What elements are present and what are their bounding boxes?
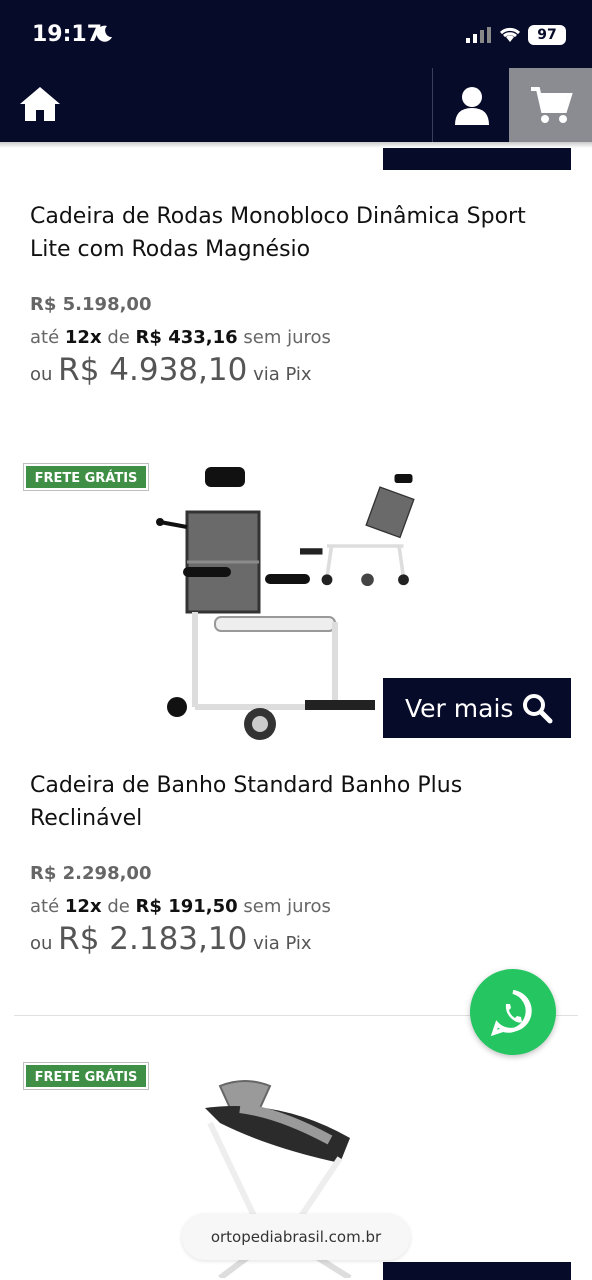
- search-icon: [523, 694, 553, 724]
- user-icon: [455, 87, 489, 125]
- wifi-icon: [499, 27, 521, 42]
- installment-text: até 12x de R$ 433,16 sem juros: [30, 327, 331, 348]
- browser-url-bar[interactable]: ortopediabrasil.com.br: [182, 1214, 410, 1260]
- home-icon: [20, 87, 60, 121]
- ver-mais-button[interactable]: Ver mais: [383, 678, 571, 738]
- pix-price: ou R$ 2.183,10 via Pix: [30, 921, 312, 957]
- signal-icon: [466, 27, 491, 43]
- old-price: R$ 5.198,00: [30, 294, 152, 315]
- battery-indicator: 97: [528, 25, 566, 45]
- pix-price: ou R$ 4.938,10 via Pix: [30, 352, 312, 388]
- installment-text: até 12x de R$ 191,50 sem juros: [30, 896, 331, 917]
- moon-icon: [96, 25, 112, 42]
- product-title[interactable]: Cadeira de Banho Standard Banho Plus Rec…: [30, 769, 560, 835]
- top-bar: 19:17 97: [0, 0, 592, 142]
- product-title[interactable]: Cadeira de Rodas Monobloco Dinâmica Spor…: [30, 200, 560, 266]
- whatsapp-button[interactable]: [470, 969, 556, 1055]
- ver-mais-button[interactable]: [383, 1262, 571, 1280]
- old-price: R$ 2.298,00: [30, 863, 152, 884]
- whatsapp-icon: [490, 990, 532, 1037]
- status-time: 19:17: [32, 22, 103, 47]
- cart-icon: [531, 87, 573, 123]
- account-button[interactable]: [432, 68, 508, 142]
- free-shipping-badge: FRETE GRÁTIS: [23, 1062, 149, 1090]
- free-shipping-badge: FRETE GRÁTIS: [23, 463, 149, 491]
- cart-button[interactable]: [509, 68, 592, 142]
- home-button[interactable]: [18, 84, 62, 124]
- ver-mais-button[interactable]: [383, 148, 571, 170]
